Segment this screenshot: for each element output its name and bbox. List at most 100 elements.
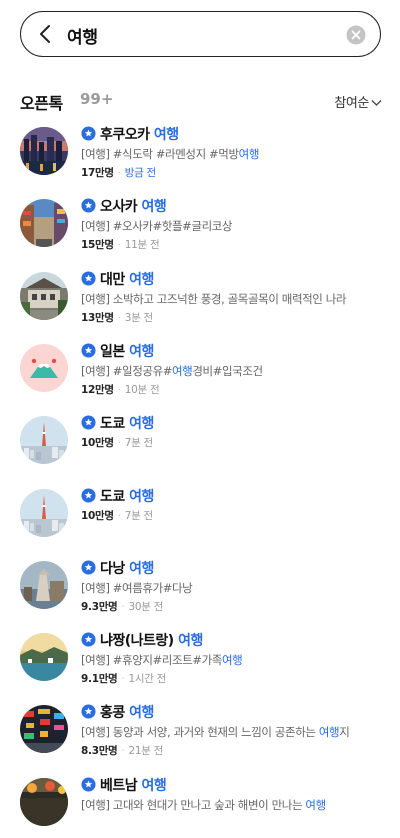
chatroom-title-text: 베트남 [100, 778, 142, 794]
chatroom-title-row: 베트남 여행 [81, 775, 167, 795]
chatroom-title-text: 도쿄 [100, 489, 130, 505]
result-item[interactable]: 다낭 여행 [여행] #여름휴가#다낭 9.3만명 · 30분 전 [20, 558, 382, 621]
chatroom-title-row: 다낭 여행 [81, 558, 154, 578]
openchat-badge-icon [81, 198, 96, 213]
section-header: 오픈톡 99+ 참여순 [20, 90, 382, 114]
member-count: 8.3만명 [81, 745, 118, 757]
chatroom-description: [여행] #일정공유#여행경비#입국조건 [81, 364, 263, 378]
chatroom-meta: 9.1만명 · 1시간 전 [81, 671, 166, 686]
result-item[interactable]: 후쿠오카 여행 [여행] #식도락 #라멘성지 #먹방여행 17만명 · 방금 전 [20, 124, 382, 187]
chatroom-meta: 10만명 · 7분 전 [81, 508, 153, 523]
meta-separator: · [121, 745, 125, 757]
chatroom-avatar [20, 705, 68, 753]
chatroom-title-text: 대만 [100, 272, 130, 288]
chatroom-title-highlight: 여행 [129, 344, 154, 360]
member-count: 9.3만명 [81, 601, 118, 613]
last-active-time: 10분 전 [124, 384, 160, 396]
chatroom-title: 후쿠오카 여행 [100, 127, 179, 143]
chatroom-title-text: 일본 [100, 344, 130, 360]
chatroom-title-row: 도쿄 여행 [81, 486, 154, 506]
chatroom-title: 도쿄 여행 [100, 416, 154, 432]
chevron-down-icon [371, 100, 382, 106]
chatroom-description: [여행] 고대와 현대가 만나고 숲과 해변이 만나는 여행 [81, 798, 326, 812]
meta-separator: · [117, 239, 121, 251]
result-item[interactable]: 홍콩 여행 [여행] 동양과 서양, 과거와 현재의 느낌이 공존하는 여행지 8.… [20, 704, 382, 765]
result-item[interactable]: 오사카 여행 [여행] #오사카#핫플#글리코상 15만명 · 11분 전 [20, 198, 382, 259]
search-input[interactable]: 여행 [67, 23, 98, 48]
section-count: 99+ [80, 90, 114, 108]
chatroom-meta: 9.3만명 · 30분 전 [81, 599, 163, 614]
last-active-time: 7분 전 [124, 437, 153, 449]
chatroom-title: 대만 여행 [100, 272, 154, 288]
openchat-badge-icon [81, 777, 96, 792]
result-item[interactable]: 도쿄 여행 10만명 · 7분 전 [20, 413, 382, 476]
chatroom-title-highlight: 여행 [129, 489, 154, 505]
last-active-time: 11분 전 [124, 239, 160, 251]
result-item[interactable]: 일본 여행 [여행] #일정공유#여행경비#입국조건 12만명 · 10분 전 [20, 343, 382, 404]
meta-separator: · [117, 384, 121, 396]
chatroom-title-row: 냐짱(나트랑) 여행 [81, 630, 203, 650]
chatroom-title-highlight: 여행 [129, 272, 154, 288]
chatroom-avatar [20, 416, 68, 464]
chatroom-title-highlight: 여행 [129, 416, 154, 432]
chatroom-meta: 8.3만명 · 21분 전 [81, 743, 163, 758]
chatroom-title: 도쿄 여행 [100, 489, 154, 505]
openchat-badge-icon [81, 488, 96, 503]
chatroom-title-highlight: 여행 [141, 778, 167, 794]
last-active-time: 30분 전 [128, 601, 163, 613]
chatroom-avatar [20, 561, 68, 609]
chatroom-title-text: 냐짱(나트랑) [100, 633, 179, 649]
member-count: 9.1만명 [81, 673, 118, 685]
clear-search-icon[interactable] [346, 25, 366, 45]
chatroom-title-row: 대만 여행 [81, 269, 154, 289]
last-active-time: 21분 전 [128, 745, 163, 757]
meta-separator: · [117, 510, 121, 522]
chatroom-title-highlight: 여행 [153, 127, 179, 143]
chatroom-description: [여행] #오사카#핫플#글리코상 [81, 219, 233, 233]
openchat-badge-icon [81, 343, 96, 358]
chatroom-meta: 12만명 · 10분 전 [81, 382, 160, 397]
chatroom-title-highlight: 여행 [141, 199, 167, 215]
chatroom-meta: 10만명 · 7분 전 [81, 435, 153, 450]
sort-button[interactable]: 참여순 [334, 92, 382, 111]
chatroom-title: 베트남 여행 [100, 778, 167, 794]
section-title: 오픈톡 [20, 94, 63, 113]
result-item[interactable]: 도쿄 여행 10만명 · 7분 전 [20, 486, 382, 549]
chatroom-avatar [20, 344, 68, 392]
member-count: 12만명 [81, 384, 114, 396]
back-arrow-icon[interactable] [33, 21, 59, 47]
meta-separator: · [117, 167, 121, 179]
openchat-badge-icon [81, 126, 96, 141]
chatroom-title: 오사카 여행 [100, 199, 167, 215]
chatroom-title-row: 도쿄 여행 [81, 413, 154, 433]
chatroom-description: [여행] #여름휴가#다낭 [81, 581, 193, 595]
chatroom-title-highlight: 여행 [129, 561, 154, 577]
openchat-badge-icon [81, 632, 96, 647]
chatroom-avatar [20, 489, 68, 537]
member-count: 15만명 [81, 239, 114, 251]
chatroom-title-text: 홍콩 [100, 705, 130, 721]
search-bar[interactable]: 여행 [20, 11, 381, 57]
member-count: 10만명 [81, 510, 114, 522]
chatroom-meta: 15만명 · 11분 전 [81, 237, 160, 252]
result-item[interactable]: 냐짱(나트랑) 여행 [여행] #휴양지#리조트#가족여행 9.1만명 · 1시간 전 [20, 630, 382, 693]
meta-separator: · [117, 312, 121, 324]
chatroom-title-text: 다낭 [100, 561, 130, 577]
chatroom-avatar [20, 778, 68, 826]
chatroom-title-highlight: 여행 [178, 633, 203, 649]
chatroom-title-row: 후쿠오카 여행 [81, 124, 179, 144]
last-active-time: 3분 전 [124, 312, 153, 324]
chatroom-title: 홍콩 여행 [100, 705, 154, 721]
result-item[interactable]: 베트남 여행 [여행] 고대와 현대가 만나고 숲과 해변이 만나는 여행 [20, 775, 382, 838]
last-active-time: 방금 전 [124, 167, 156, 179]
chatroom-avatar [20, 272, 68, 320]
member-count: 13만명 [81, 312, 114, 324]
openchat-badge-icon [81, 271, 96, 286]
chatroom-description: [여행] #휴양지#리조트#가족여행 [81, 653, 243, 667]
chatroom-description: [여행] 소박하고 고즈넉한 풍경, 골목골목이 매력적인 나라 [81, 292, 347, 306]
chatroom-description: [여행] #식도락 #라멘성지 #먹방여행 [81, 147, 260, 161]
chatroom-avatar [20, 127, 68, 175]
chatroom-meta: 13만명 · 3분 전 [81, 310, 153, 325]
member-count: 10만명 [81, 437, 114, 449]
result-item[interactable]: 대만 여행 [여행] 소박하고 고즈넉한 풍경, 골목골목이 매력적인 나라 13만… [20, 269, 382, 332]
